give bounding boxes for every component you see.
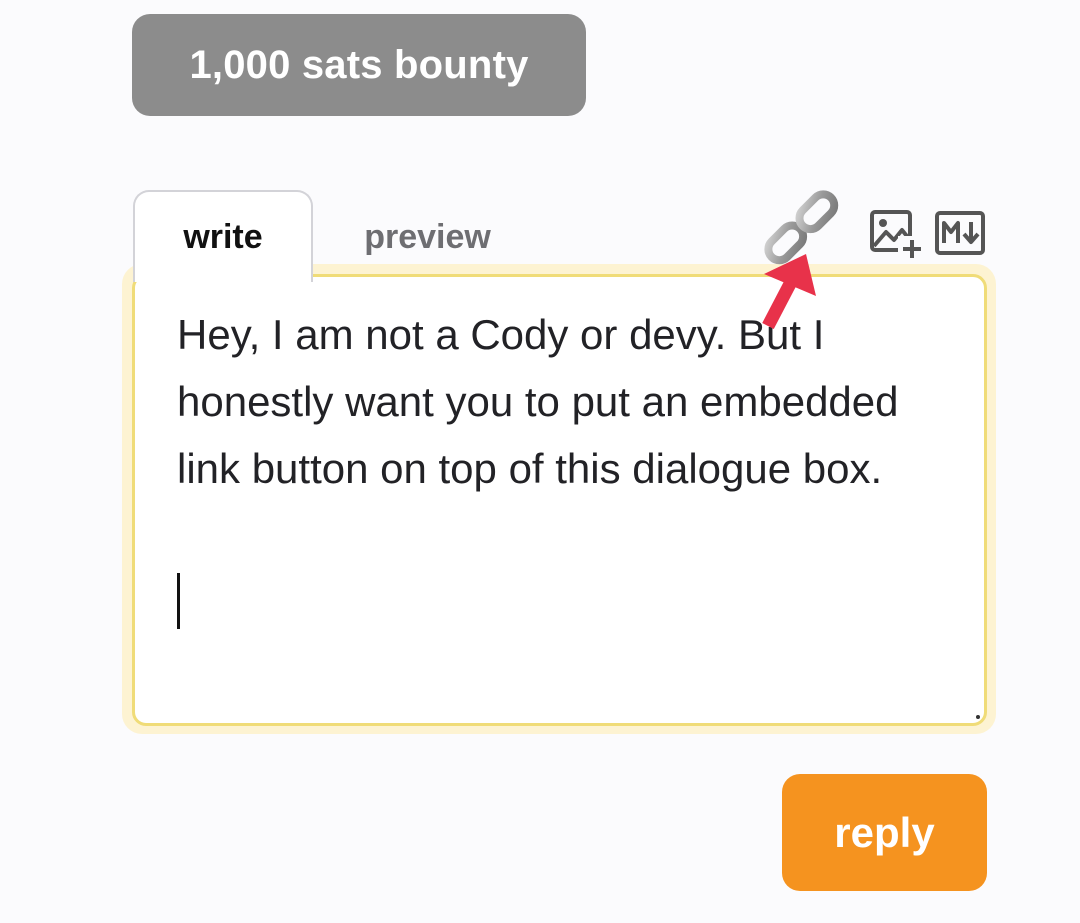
bounty-button[interactable]: 1,000 sats bounty xyxy=(132,14,586,116)
tab-preview[interactable]: preview xyxy=(340,212,515,262)
annotation-arrow-icon xyxy=(748,236,828,336)
tab-write[interactable]: write xyxy=(133,190,313,282)
tab-write-label: write xyxy=(183,218,263,256)
bounty-label: 1,000 sats bounty xyxy=(189,42,529,87)
message-textarea[interactable]: Hey, I am not a Cody or devy. But I hone… xyxy=(132,274,987,726)
markdown-icon[interactable] xyxy=(934,210,986,256)
message-text: Hey, I am not a Cody or devy. But I hone… xyxy=(177,311,911,492)
resize-handle[interactable] xyxy=(976,715,980,719)
tab-preview-label: preview xyxy=(364,217,491,256)
reply-button[interactable]: reply xyxy=(782,774,987,891)
reply-label: reply xyxy=(834,808,935,856)
page: 1,000 sats bounty write preview Hey, I a… xyxy=(0,0,1080,923)
add-image-icon[interactable] xyxy=(868,208,924,260)
text-caret xyxy=(177,573,180,629)
